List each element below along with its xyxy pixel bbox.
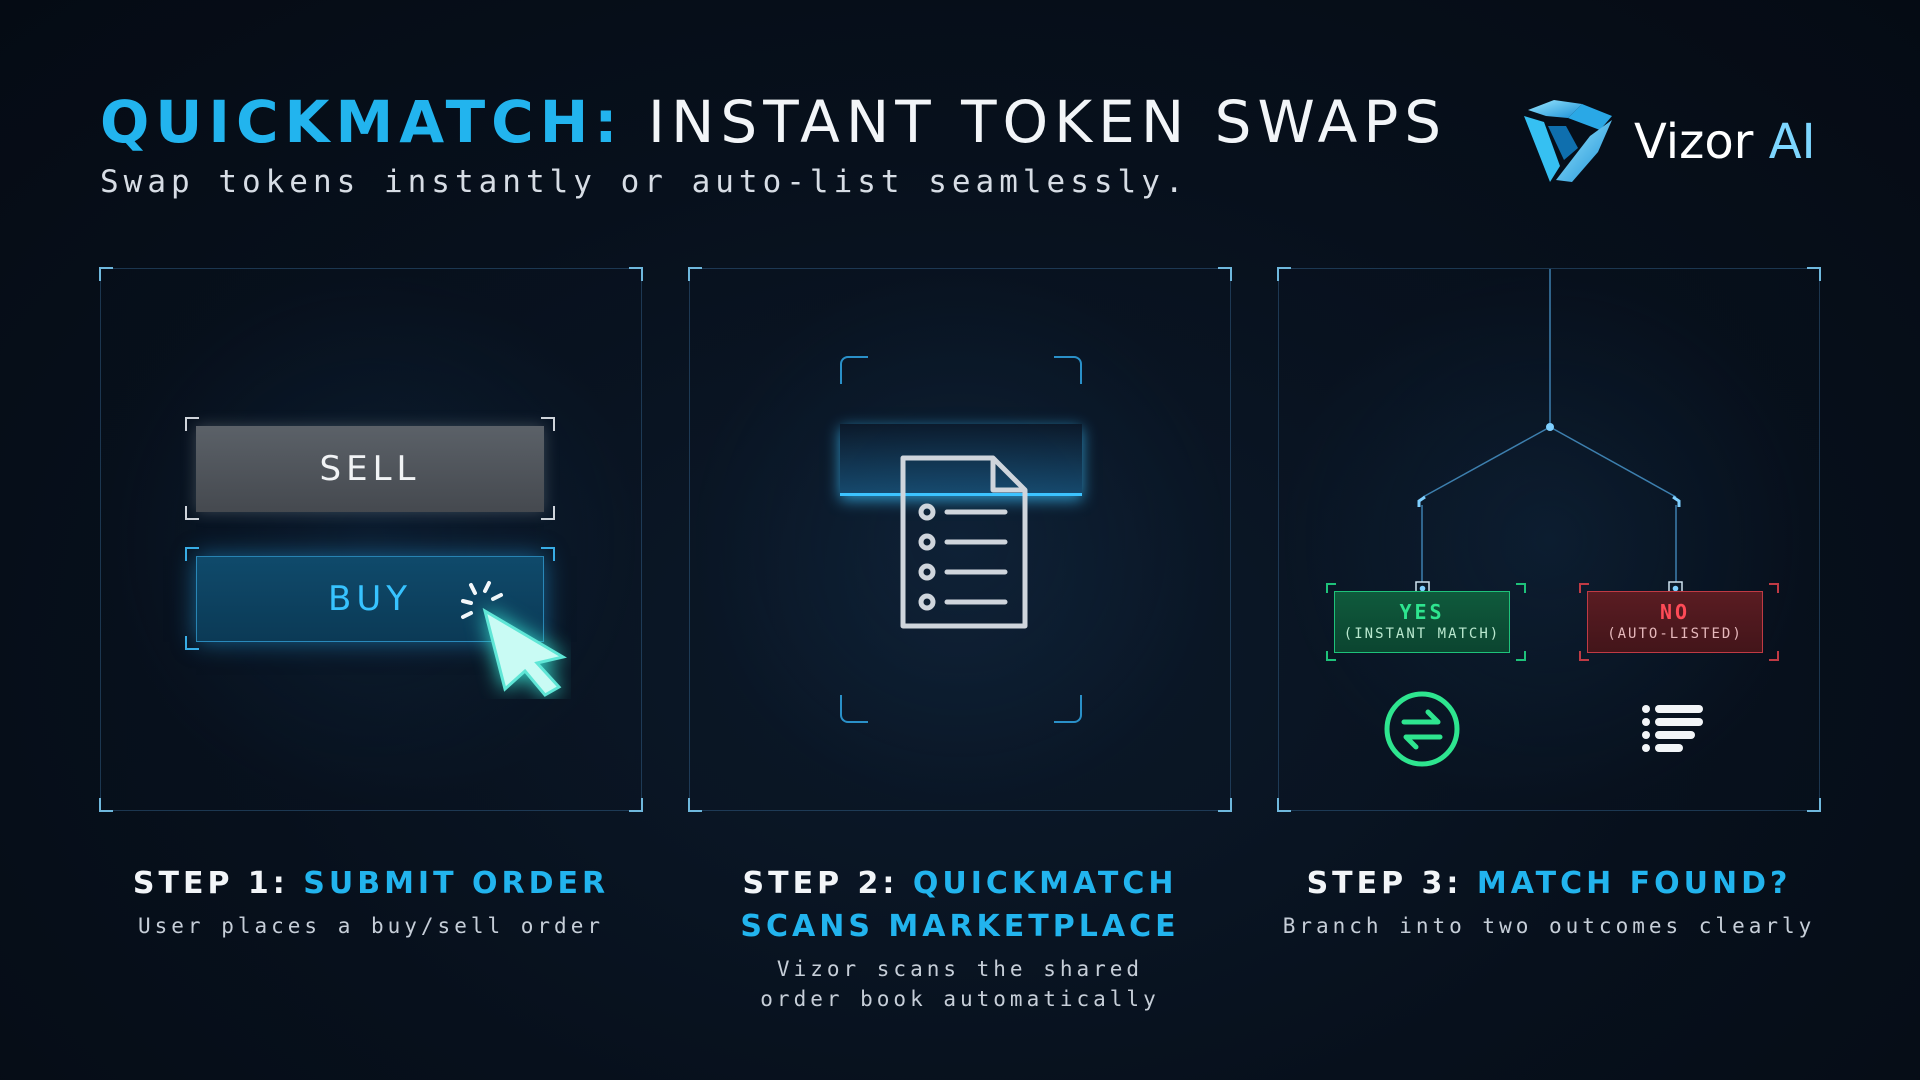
panel-corner [99, 798, 113, 812]
scan-corner [840, 356, 868, 384]
panel-submit-order: SELL BUY [99, 267, 643, 812]
swap-arrows-icon [1384, 691, 1460, 767]
step-2-name-line2: SCANS MARKETPLACE [740, 909, 1180, 944]
step-1-desc: User places a buy/sell order [137, 914, 604, 938]
step-1-title: STEP 1: SUBMIT ORDER [91, 862, 651, 905]
scan-corner [1054, 695, 1082, 723]
step-2-desc-line2: order book automatically [760, 987, 1160, 1011]
no-label: NO [1659, 600, 1691, 624]
step-1-prefix: STEP 1: [132, 866, 289, 901]
vizor-logo-icon [1524, 100, 1612, 182]
scan-corner [1054, 356, 1082, 384]
yes-outcome-badge: YES (INSTANT MATCH) [1334, 591, 1510, 653]
step-2-desc: Vizor scans the shared order book automa… [680, 954, 1240, 1014]
panel-corner [1218, 798, 1232, 812]
panel-corner [1218, 267, 1232, 281]
step-3-desc: Branch into two outcomes clearly [1282, 914, 1816, 938]
step-3-caption: STEP 3: MATCH FOUND? Branch into two out… [1269, 862, 1829, 941]
logo-text: Vizor AI [1634, 114, 1816, 170]
panel-corner [688, 267, 702, 281]
title-accent: QUICKMATCH: [100, 88, 624, 156]
scan-corner [840, 695, 868, 723]
no-outcome-badge: NO (AUTO-LISTED) [1587, 591, 1763, 653]
step-1-caption: STEP 1: SUBMIT ORDER User places a buy/s… [91, 862, 651, 941]
step-3-prefix: STEP 3: [1306, 866, 1463, 901]
logo-suffix: AI [1768, 114, 1816, 170]
step-2-caption: STEP 2: QUICKMATCH SCANS MARKETPLACE Viz… [680, 862, 1240, 1014]
step-2-name: QUICKMATCH [912, 866, 1178, 901]
step-3-name: MATCH FOUND? [1476, 866, 1792, 901]
sell-button[interactable]: SELL [196, 426, 544, 512]
panel-corner [99, 267, 113, 281]
no-bracket [1769, 651, 1779, 661]
step-2-prefix: STEP 2: [742, 866, 899, 901]
panel-corner [1277, 798, 1291, 812]
panel-corner [629, 798, 643, 812]
header: QUICKMATCH: INSTANT TOKEN SWAPS Swap tok… [100, 88, 1447, 200]
page-title: QUICKMATCH: INSTANT TOKEN SWAPS [100, 88, 1447, 156]
brand-logo: Vizor AI [1520, 96, 1816, 188]
document-list-icon [900, 455, 1028, 629]
no-sublabel: (AUTO-LISTED) [1607, 626, 1743, 642]
panel-corner [688, 798, 702, 812]
title-rest: INSTANT TOKEN SWAPS [647, 88, 1448, 156]
step-1-name: SUBMIT ORDER [303, 866, 610, 901]
cursor-click-icon [461, 581, 567, 697]
panel-scan-marketplace [688, 267, 1232, 812]
step-2-desc-line1: Vizor scans the shared [776, 957, 1144, 981]
yes-bracket [1516, 651, 1526, 661]
yes-sublabel: (INSTANT MATCH) [1343, 626, 1501, 642]
branch-diagram [1415, 269, 1683, 596]
yes-label: YES [1399, 600, 1445, 624]
step-2-title: STEP 2: QUICKMATCH SCANS MARKETPLACE [680, 862, 1240, 948]
list-icon [1642, 705, 1703, 752]
step-3-title: STEP 3: MATCH FOUND? [1269, 862, 1829, 905]
no-bracket [1769, 583, 1779, 593]
logo-name: Vizor [1634, 114, 1754, 170]
page-subtitle: Swap tokens instantly or auto-list seaml… [100, 164, 1189, 200]
yes-bracket [1516, 583, 1526, 593]
panel-corner [1807, 798, 1821, 812]
panel-match-found: YES (INSTANT MATCH) NO (AUTO-LISTED) [1277, 267, 1821, 812]
panel-corner [629, 267, 643, 281]
